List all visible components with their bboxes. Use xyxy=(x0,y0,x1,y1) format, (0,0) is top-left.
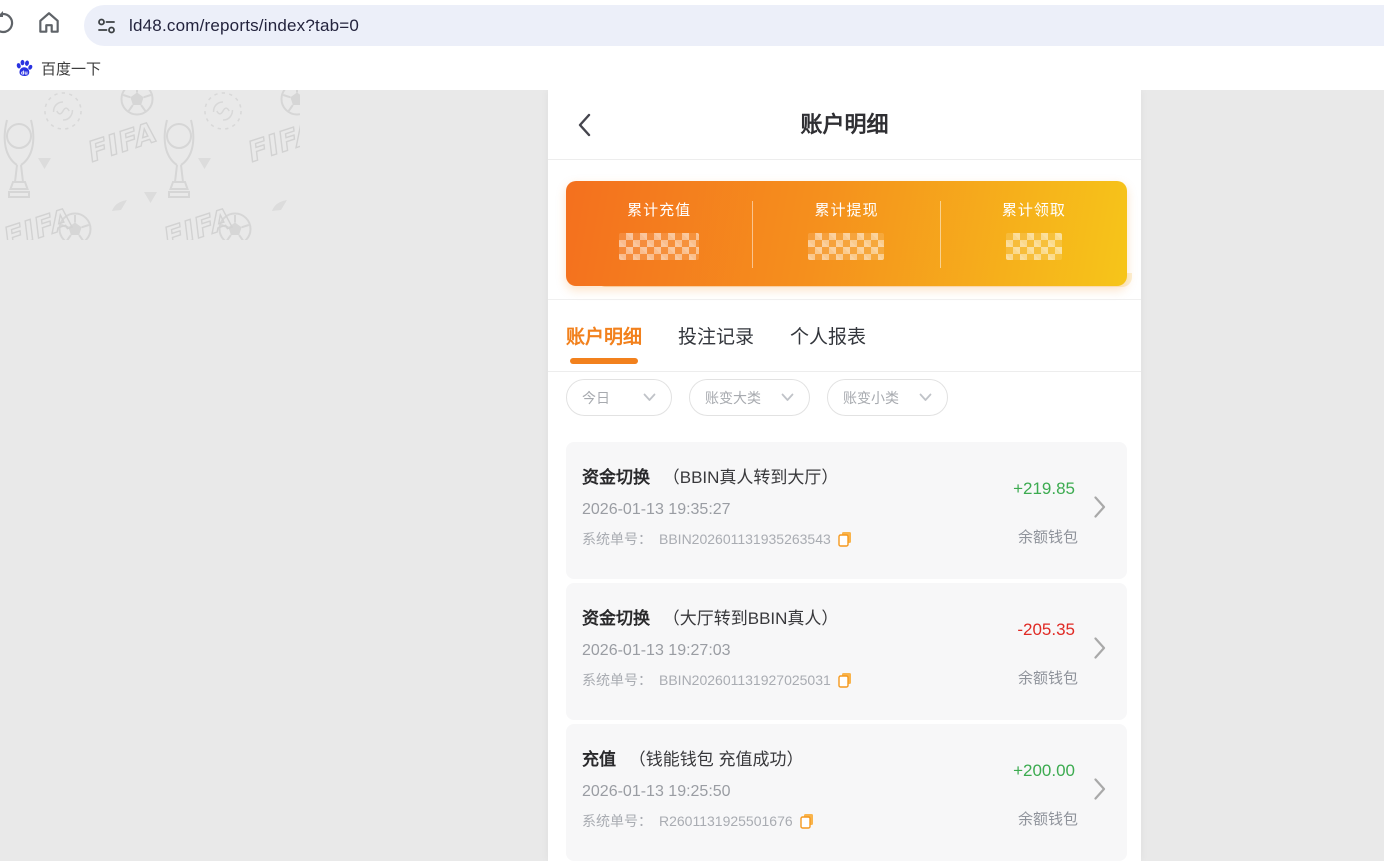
summary-card: 累计充值 累计提现 累计领取 xyxy=(566,181,1127,286)
transaction-datetime: 2026-01-13 19:25:50 xyxy=(582,783,1111,801)
summary-section: 累计充值 累计提现 累计领取 xyxy=(548,160,1141,300)
copy-icon[interactable] xyxy=(838,672,852,688)
filter-label: 今日 xyxy=(582,388,610,408)
tab-bet-records[interactable]: 投注记录 xyxy=(678,300,754,371)
account-detail-panel: 账户明细 累计充值 累计提现 累计领取 xyxy=(548,90,1141,861)
chevron-down-icon xyxy=(919,393,932,402)
transaction-amount: +200.00 xyxy=(1013,761,1075,781)
censored-value xyxy=(619,233,699,260)
filter-date-dropdown[interactable]: 今日 xyxy=(566,379,672,416)
home-button[interactable] xyxy=(36,10,62,36)
transaction-type: 资金切换 xyxy=(582,468,650,487)
back-button[interactable] xyxy=(574,113,598,137)
summary-label: 累计提现 xyxy=(814,199,878,220)
summary-total-claimed: 累计领取 xyxy=(941,199,1127,272)
summary-total-withdraw: 累计提现 xyxy=(753,199,939,272)
browser-window: ld48.com/reports/index?tab=0 du 百度一下 xyxy=(0,0,1384,861)
summary-label: 累计领取 xyxy=(1002,199,1066,220)
transaction-list: 资金切换 （BBIN真人转到大厅） 2026-01-13 19:35:27 系统… xyxy=(548,424,1141,861)
bookmark-label: 百度一下 xyxy=(41,58,101,79)
censored-value xyxy=(1006,233,1062,260)
refresh-icon xyxy=(0,11,21,35)
order-number: BBIN202601131927025031 xyxy=(659,672,831,688)
site-controls-icon[interactable] xyxy=(97,17,116,35)
bookmark-baidu[interactable]: du 百度一下 xyxy=(9,54,107,83)
chevron-right-icon xyxy=(1094,637,1106,664)
transaction-amount: -205.35 xyxy=(1017,620,1075,640)
transaction-amount: +219.85 xyxy=(1013,479,1075,499)
transaction-detail: （钱能钱包 充值成功） xyxy=(629,750,804,769)
summary-label: 累计充值 xyxy=(627,199,691,220)
svg-text:du: du xyxy=(21,70,28,76)
baidu-paw-icon: du xyxy=(15,59,33,77)
transaction-type: 资金切换 xyxy=(582,609,650,628)
chevron-down-icon xyxy=(781,393,794,402)
order-label: 系统单号： xyxy=(582,811,652,831)
panel-header: 账户明细 xyxy=(548,90,1141,160)
chevron-right-icon xyxy=(1094,778,1106,805)
filter-minor-type-dropdown[interactable]: 账变小类 xyxy=(827,379,948,416)
transaction-row[interactable]: 资金切换 （大厅转到BBIN真人） 2026-01-13 19:27:03 系统… xyxy=(566,583,1127,720)
refresh-button[interactable] xyxy=(0,11,21,35)
transaction-wallet: 余额钱包 xyxy=(1018,808,1078,829)
filter-label: 账变小类 xyxy=(843,388,899,408)
background-pattern: FIFA xyxy=(0,90,300,240)
tab-personal-report[interactable]: 个人报表 xyxy=(790,300,866,371)
transaction-wallet: 余额钱包 xyxy=(1018,526,1078,547)
home-icon xyxy=(36,10,62,36)
transaction-row[interactable]: 资金切换 （BBIN真人转到大厅） 2026-01-13 19:35:27 系统… xyxy=(566,442,1127,579)
order-label: 系统单号： xyxy=(582,529,652,549)
filters-bar: 今日 账变大类 账变小类 xyxy=(548,372,1141,424)
chevron-down-icon xyxy=(643,393,656,402)
censored-value xyxy=(808,233,884,260)
transaction-datetime: 2026-01-13 19:35:27 xyxy=(582,501,1111,519)
tabs-bar: 账户明细 投注记录 个人报表 xyxy=(548,300,1141,372)
page-title: 账户明细 xyxy=(548,90,1141,160)
address-bar[interactable]: ld48.com/reports/index?tab=0 xyxy=(84,5,1384,46)
filter-label: 账变大类 xyxy=(705,388,761,408)
copy-icon[interactable] xyxy=(838,531,852,547)
chevron-left-icon xyxy=(574,113,594,137)
order-number: BBIN202601131935263543 xyxy=(659,531,831,547)
bookmarks-bar: du 百度一下 xyxy=(0,46,1384,90)
transaction-detail: （BBIN真人转到大厅） xyxy=(663,468,839,487)
order-number: R2601131925501676 xyxy=(659,813,793,829)
copy-icon[interactable] xyxy=(800,813,814,829)
chevron-right-icon xyxy=(1094,496,1106,523)
browser-toolbar: ld48.com/reports/index?tab=0 xyxy=(0,0,1384,46)
url-text[interactable]: ld48.com/reports/index?tab=0 xyxy=(129,16,359,36)
transaction-detail: （大厅转到BBIN真人） xyxy=(663,609,839,628)
order-label: 系统单号： xyxy=(582,670,652,690)
transaction-row[interactable]: 充值 （钱能钱包 充值成功） 2026-01-13 19:25:50 系统单号：… xyxy=(566,724,1127,861)
transaction-type: 充值 xyxy=(582,750,616,769)
page-content: FIFA xyxy=(0,90,1384,861)
transaction-datetime: 2026-01-13 19:27:03 xyxy=(582,642,1111,660)
filter-major-type-dropdown[interactable]: 账变大类 xyxy=(689,379,810,416)
tab-account-detail[interactable]: 账户明细 xyxy=(566,300,642,371)
summary-total-deposit: 累计充值 xyxy=(566,199,752,272)
transaction-wallet: 余额钱包 xyxy=(1018,667,1078,688)
